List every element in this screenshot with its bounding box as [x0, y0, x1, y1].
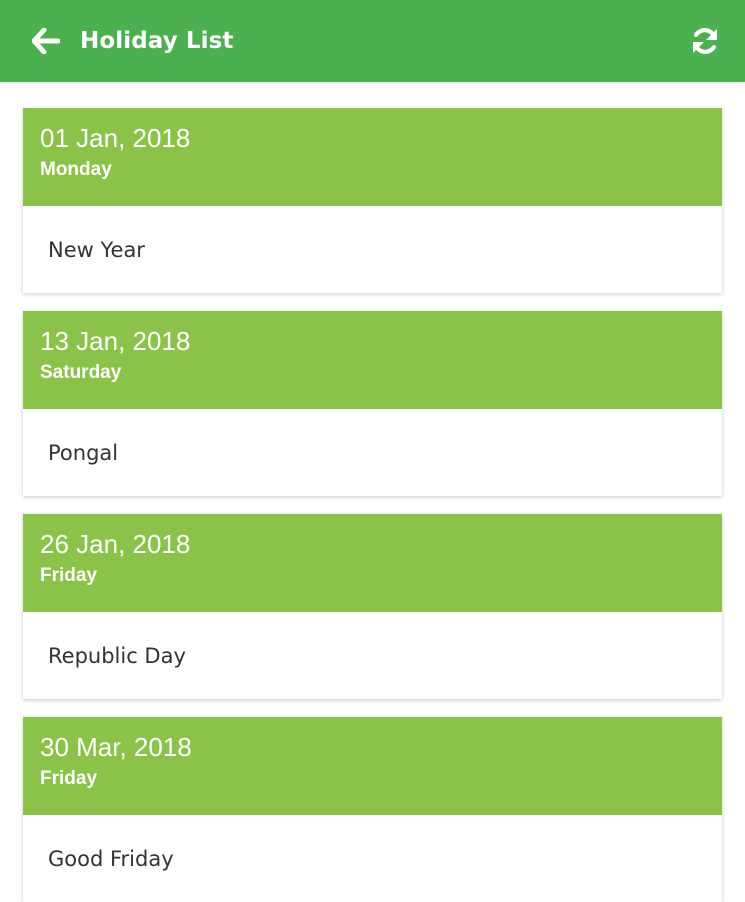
holiday-date: 26 Jan, 2018	[40, 529, 191, 559]
refresh-button[interactable]	[687, 23, 723, 59]
holiday-weekday: Friday	[40, 768, 98, 789]
holiday-card[interactable]: 30 Mar, 2018 Friday Good Friday	[23, 717, 722, 902]
holiday-card-header: 26 Jan, 2018 Friday	[23, 514, 722, 612]
page-title: Holiday List	[80, 28, 234, 54]
holiday-date: 13 Jan, 2018	[40, 326, 191, 356]
holiday-card-header: 30 Mar, 2018 Friday	[23, 717, 722, 815]
back-button[interactable]	[30, 25, 62, 57]
holiday-name: New Year	[48, 237, 145, 262]
holiday-weekday: Monday	[40, 159, 112, 180]
app-bar: Holiday List	[0, 0, 745, 82]
holiday-weekday: Friday	[40, 565, 98, 586]
holiday-card[interactable]: 01 Jan, 2018 Monday New Year	[23, 108, 722, 293]
holiday-name: Pongal	[48, 440, 119, 465]
holiday-card-header: 01 Jan, 2018 Monday	[23, 108, 722, 206]
holiday-name: Republic Day	[48, 643, 186, 668]
holiday-weekday: Saturday	[40, 362, 122, 383]
holiday-card-header: 13 Jan, 2018 Saturday	[23, 311, 722, 409]
holiday-date: 30 Mar, 2018	[40, 732, 192, 762]
holiday-list: 01 Jan, 2018 Monday New Year 13 Jan, 201…	[0, 82, 745, 902]
refresh-icon	[692, 28, 718, 54]
holiday-name: Good Friday	[48, 846, 174, 871]
holiday-card[interactable]: 13 Jan, 2018 Saturday Pongal	[23, 311, 722, 496]
holiday-card[interactable]: 26 Jan, 2018 Friday Republic Day	[23, 514, 722, 699]
holiday-date: 01 Jan, 2018	[40, 123, 191, 153]
arrow-left-icon	[32, 28, 60, 54]
app-bar-left: Holiday List	[30, 25, 234, 57]
